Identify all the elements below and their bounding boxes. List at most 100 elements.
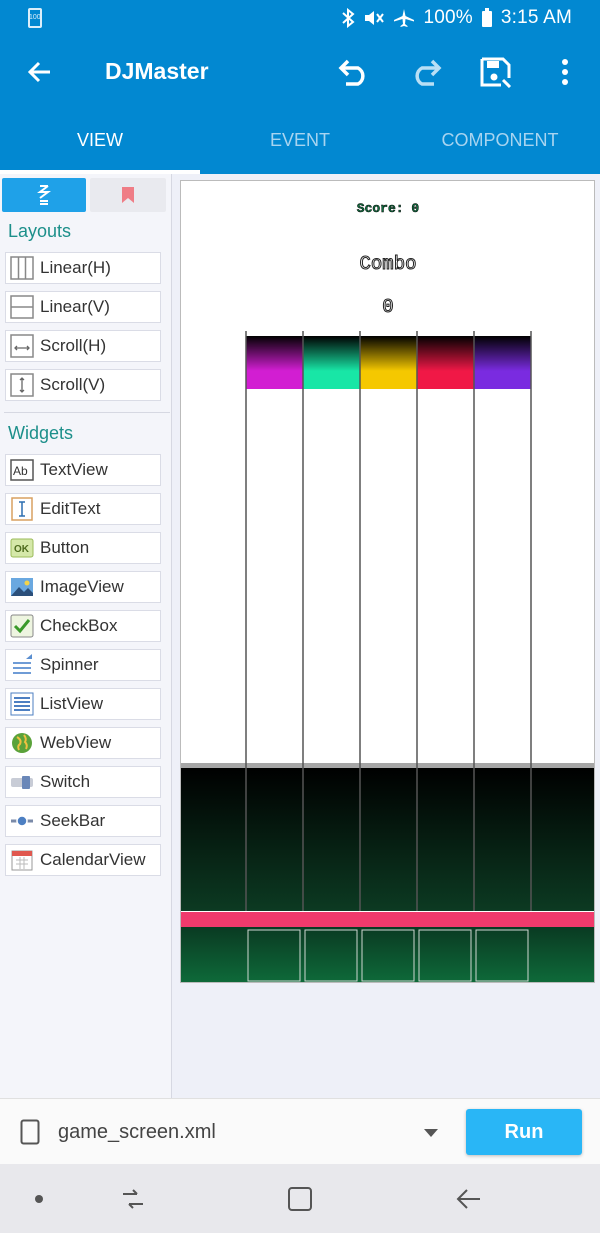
redo-button[interactable] [405,52,445,92]
palette-item-button[interactable]: OK Button [5,532,161,564]
palette-item-label: SeekBar [40,811,106,830]
run-button[interactable]: Run [466,1109,582,1155]
svg-text:Ab: Ab [13,464,28,478]
battery-icon [481,8,492,27]
recent-apps-icon [123,1189,143,1209]
list-icon [10,692,34,716]
play-area-fade-line [181,763,594,768]
play-area-dark-zone [181,768,594,911]
bluetooth-icon [342,8,356,28]
status-bar: 100 100% 3:15 AM [0,0,600,36]
palette-item-spinner[interactable]: Spinner [5,649,161,681]
recent-apps-button[interactable] [116,1182,150,1216]
tab-event[interactable]: EVENT [200,106,400,174]
app-bar: DJMaster [0,36,600,106]
score-text: Score: 0 [357,201,420,216]
palette-item-label: TextView [40,460,108,479]
palette-item-linear-h[interactable]: Linear(H) [5,252,161,284]
battery-badge: 100 [29,14,41,21]
palette-item-checkbox[interactable]: CheckBox [5,610,161,642]
palette-tab-bookmarks[interactable] [90,178,166,212]
image-icon [10,575,34,599]
design-canvas[interactable]: Score: 0 Combo 0 [180,180,595,983]
lane-head-shade [417,336,474,371]
dropdown-arrow-icon[interactable] [423,1128,439,1138]
section-divider [4,412,170,413]
undo-button[interactable] [335,52,375,92]
overflow-menu-button[interactable] [545,52,585,92]
lane-head-shade [474,336,531,371]
airplane-icon [394,9,415,27]
battery-saver-icon: 100 [28,8,42,28]
home-button[interactable] [283,1182,317,1216]
palette-item-label: ImageView [40,577,124,596]
palette-item-label: Button [40,538,90,557]
tab-view[interactable]: VIEW [0,106,200,174]
scroll-horizontal-icon [10,334,34,358]
battery-percent: 100% [423,7,473,28]
arrow-left-icon [27,61,50,83]
system-nav-bar [0,1164,600,1233]
palette-item-label: WebView [40,733,112,752]
button-ok-icon: OK [10,536,34,560]
palette-item-textview[interactable]: Ab TextView [5,454,161,486]
svg-text:OK: OK [14,544,30,555]
palette-item-switch[interactable]: Switch [5,766,161,798]
home-square-icon [288,1187,312,1211]
palette-item-label: Scroll(V) [40,375,106,394]
redo-icon [415,59,442,86]
combo-label: Combo [359,253,416,275]
palette-item-edittext[interactable]: EditText [5,493,161,525]
checkbox-icon [10,614,34,638]
bottom-bar: game_screen.xml Run [0,1098,600,1164]
palette-item-label: Scroll(H) [40,336,107,355]
lane-head-shade [360,336,417,371]
spinner-icon [10,653,34,677]
back-button[interactable] [20,52,60,92]
save-button[interactable] [476,52,516,92]
app-title: DJMaster [105,58,209,84]
more-vert-icon [562,59,568,85]
dot-icon [35,1195,43,1203]
palette-item-scroll-v[interactable]: Scroll(V) [5,369,161,401]
combo-value: 0 [382,296,393,318]
tap-pad-area [181,927,594,982]
back-nav-button[interactable] [452,1182,486,1216]
palette-item-label: CalendarView [40,850,146,869]
palette-tab-widgets[interactable] [2,178,86,212]
widget-palette: Layouts Linear(H) Linear(V) Scroll(H) Sc… [0,174,172,1098]
palette-item-imageview[interactable]: ImageView [5,571,161,603]
palette-item-seekbar[interactable]: SeekBar [5,805,161,837]
lane-head-shade [303,336,360,371]
scroll-vertical-icon [10,373,34,397]
linear-horizontal-icon [10,256,34,280]
hit-line [181,912,594,927]
palette-item-linear-v[interactable]: Linear(V) [5,291,161,323]
save-icon [480,57,512,88]
back-arrow-icon [456,1189,480,1209]
file-selector[interactable]: game_screen.xml [58,1121,216,1144]
palette-item-label: Spinner [40,655,99,674]
palette-item-webview[interactable]: WebView [5,727,161,759]
section-widgets-heading: Widgets [8,423,74,443]
linear-vertical-icon [10,295,34,319]
bookmark-icon [122,187,134,203]
palette-item-scroll-h[interactable]: Scroll(H) [5,330,161,362]
phone-screen-icon [20,1119,40,1145]
mute-icon [365,11,385,25]
tab-component[interactable]: COMPONENT [400,106,600,174]
palette-item-label: ListView [40,694,103,713]
palette-item-label: Switch [40,772,91,791]
calendar-icon [10,848,34,872]
palette-item-listview[interactable]: ListView [5,688,161,720]
textview-icon: Ab [10,458,34,482]
globe-icon [10,731,34,755]
switch-icon [10,770,34,794]
palette-item-calendarview[interactable]: CalendarView [5,844,161,876]
nav-dot-button[interactable] [22,1182,56,1216]
edittext-icon [10,497,34,521]
section-layouts-heading: Layouts [8,221,72,241]
undo-icon [338,59,365,86]
clock: 3:15 AM [500,7,572,28]
lane-head-shade [246,336,303,371]
